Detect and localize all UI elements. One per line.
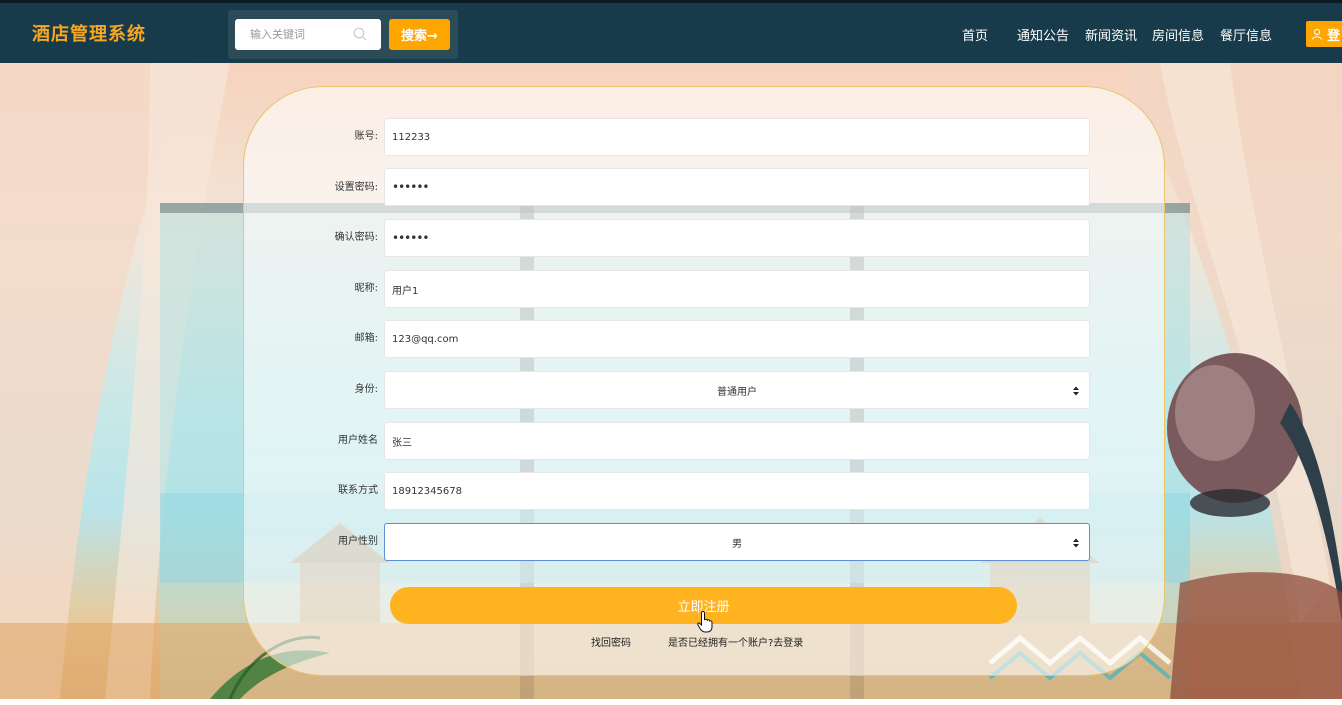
account-input[interactable] <box>384 118 1090 156</box>
nickname-label: 昵称: <box>354 283 378 294</box>
nickname-input[interactable] <box>384 270 1090 308</box>
gender-select-value: 男 <box>732 538 742 550</box>
go-login-link[interactable]: 是否已经拥有一个账户?去登录 <box>668 634 803 649</box>
gender-label: 用户性别 <box>338 536 378 547</box>
search-input-wrapper <box>235 19 381 50</box>
search-icon[interactable] <box>353 27 367 41</box>
select-caret-icon <box>1073 538 1079 548</box>
nav-home[interactable]: 首页 <box>962 25 988 44</box>
nav-news[interactable]: 新闻资讯 <box>1085 25 1137 44</box>
real-name-label: 用户姓名 <box>338 435 378 446</box>
search-button[interactable]: 搜索→ <box>389 19 450 50</box>
forgot-password-link[interactable]: 找回密码 <box>591 634 631 649</box>
real-name-input[interactable] <box>384 422 1090 460</box>
top-navbar: 酒店管理系统 搜索→ 首页 通知公告 新闻资讯 房间信息 餐厅信息 登 <box>0 0 1342 63</box>
role-label: 身份: <box>354 384 378 395</box>
phone-label: 联系方式 <box>338 485 378 496</box>
confirm-password-label: 确认密码: <box>334 232 378 243</box>
page-bottom-strip <box>0 699 1342 705</box>
password-label: 设置密码: <box>334 182 378 193</box>
email-input[interactable] <box>384 320 1090 358</box>
nav-restaurant[interactable]: 餐厅信息 <box>1220 25 1272 44</box>
role-select-value: 普通用户 <box>717 386 757 398</box>
user-icon <box>1311 28 1323 40</box>
confirm-password-input[interactable] <box>384 219 1090 257</box>
email-label: 邮箱: <box>354 333 378 344</box>
login-label: 登 <box>1327 28 1341 44</box>
password-input[interactable] <box>384 168 1090 206</box>
search-bar: 搜索→ <box>228 10 458 59</box>
role-select[interactable]: 普通用户 <box>384 371 1090 409</box>
nav-notices[interactable]: 通知公告 <box>1017 25 1069 44</box>
nav-rooms[interactable]: 房间信息 <box>1152 25 1204 44</box>
select-caret-icon <box>1073 386 1079 396</box>
hand-cursor-icon <box>697 611 713 633</box>
phone-input[interactable] <box>384 472 1090 510</box>
gender-select[interactable]: 男 <box>384 523 1090 561</box>
site-logo[interactable]: 酒店管理系统 <box>32 20 146 46</box>
login-button[interactable]: 登 <box>1306 21 1342 47</box>
account-label: 账号: <box>354 131 378 142</box>
